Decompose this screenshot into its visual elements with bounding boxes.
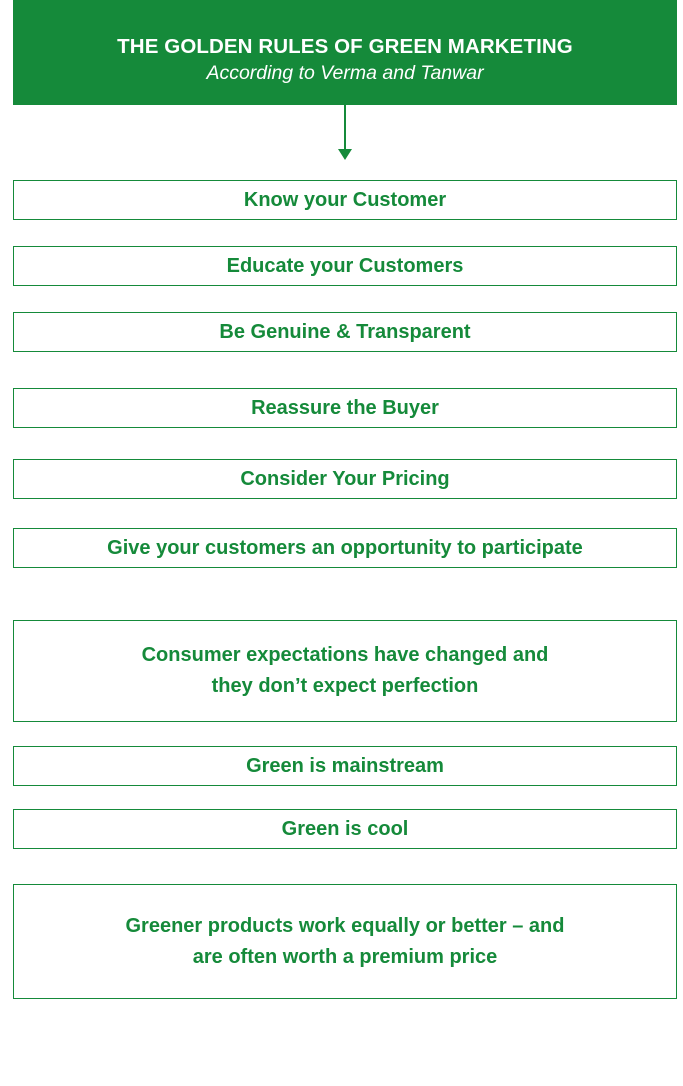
rule-box-green-cool: Green is cool: [13, 809, 677, 849]
rule-label: Know your Customer: [243, 188, 447, 211]
diagram-header: THE GOLDEN RULES OF GREEN MARKETING Acco…: [13, 0, 677, 105]
rule-box-educate-customers: Educate your Customers: [13, 246, 677, 286]
rule-label: Reassure the Buyer: [251, 396, 439, 419]
rule-label: Green is mainstream: [246, 754, 444, 777]
rule-box-know-customer: Know your Customer: [13, 180, 677, 220]
rule-label: Greener products work equally or better …: [125, 914, 565, 968]
rule-label: Educate your Customers: [226, 254, 464, 277]
rule-label: Consider Your Pricing: [240, 467, 450, 490]
arrow-down-icon: [338, 149, 352, 160]
rule-label: Green is cool: [281, 817, 409, 840]
diagram-subtitle: According to Verma and Tanwar: [206, 62, 484, 84]
rule-box-reassure-buyer: Reassure the Buyer: [13, 388, 677, 428]
rule-box-consumer-expectations: Consumer expectations have changed and t…: [13, 620, 677, 722]
rule-box-greener-products: Greener products work equally or better …: [13, 884, 677, 999]
rule-box-opportunity-participate: Give your customers an opportunity to pa…: [13, 528, 677, 568]
rule-label: Consumer expectations have changed and t…: [141, 644, 549, 697]
rule-box-consider-pricing: Consider Your Pricing: [13, 459, 677, 499]
connector-line: [344, 105, 346, 150]
rule-label: Be Genuine & Transparent: [219, 320, 471, 343]
rule-box-green-mainstream: Green is mainstream: [13, 746, 677, 786]
diagram-title: THE GOLDEN RULES OF GREEN MARKETING: [117, 35, 573, 58]
rule-label: Give your customers an opportunity to pa…: [107, 536, 583, 559]
rule-box-genuine-transparent: Be Genuine & Transparent: [13, 312, 677, 352]
